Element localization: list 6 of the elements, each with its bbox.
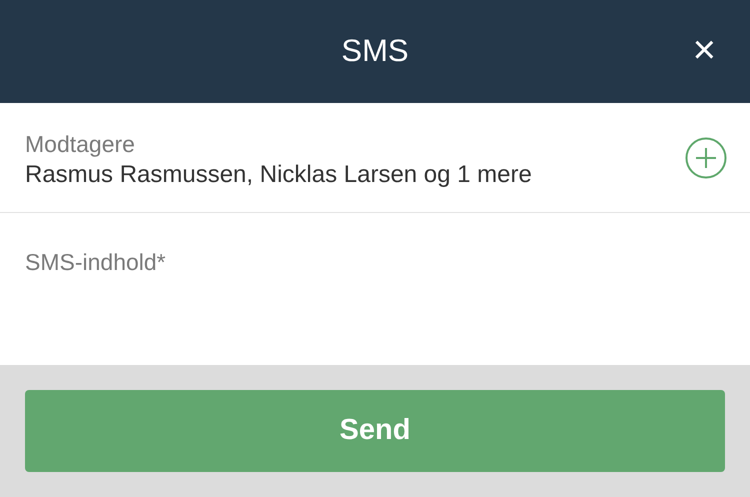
close-button[interactable]: ×: [692, 30, 716, 70]
recipients-value: Rasmus Rasmussen, Nicklas Larsen og 1 mere: [25, 160, 533, 190]
window-title: SMS: [341, 32, 409, 70]
message-field[interactable]: SMS-indhold*: [0, 213, 750, 365]
recipients-label: Modtagere: [25, 130, 136, 158]
add-icon[interactable]: [685, 136, 727, 178]
